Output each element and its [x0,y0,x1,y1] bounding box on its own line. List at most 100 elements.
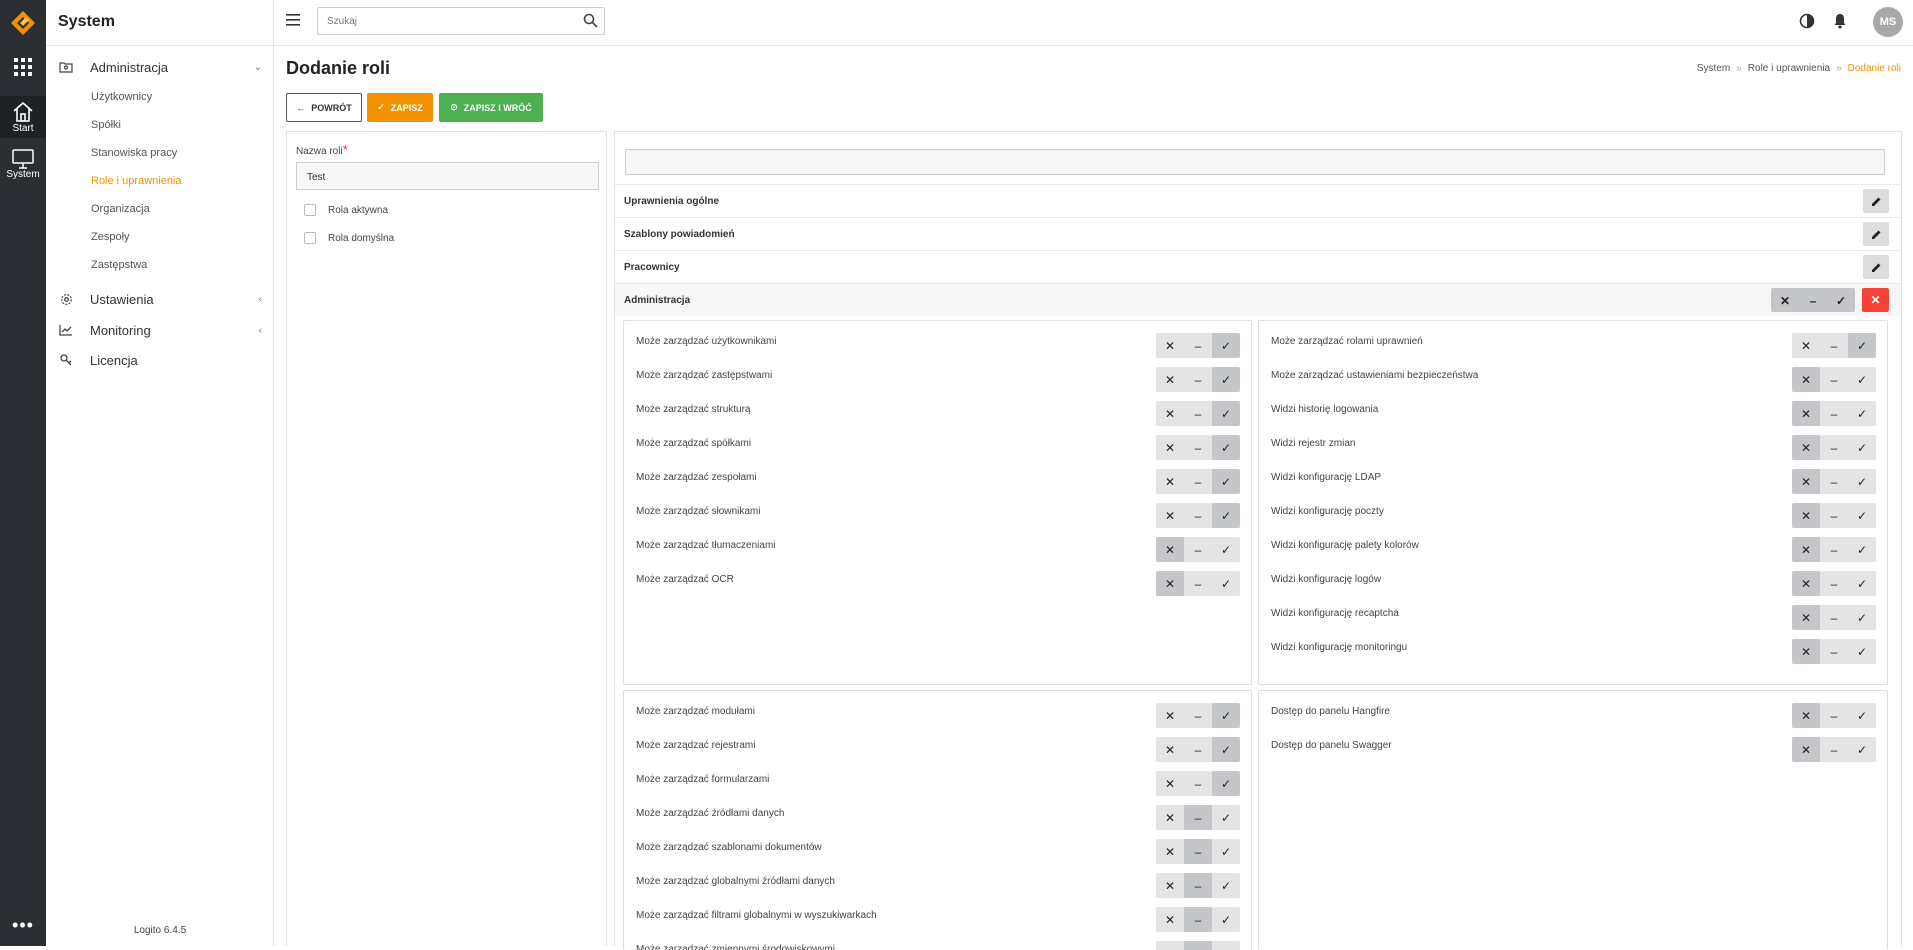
allow-icon[interactable]: ✓ [1212,571,1240,596]
allow-icon[interactable]: ✓ [1212,401,1240,426]
permission-toggle[interactable]: ✕–✓ [1792,503,1876,528]
inherit-icon[interactable]: – [1820,367,1848,392]
deny-icon[interactable]: ✕ [1156,873,1184,898]
inherit-icon[interactable]: – [1820,737,1848,762]
inherit-icon[interactable]: – [1184,503,1212,528]
allow-icon[interactable]: ✓ [1212,907,1240,932]
sidebar-group-ustawienia[interactable]: Ustawienia ‹ [58,291,268,307]
inherit-icon[interactable]: – [1184,333,1212,358]
search-icon[interactable] [583,13,598,28]
deny-icon[interactable]: ✕ [1792,401,1820,426]
back-button[interactable]: ← POWRÓT [286,93,362,122]
permission-toggle[interactable]: ✕–✓ [1156,805,1240,830]
inherit-icon[interactable]: – [1184,537,1212,562]
permission-toggle[interactable]: ✕–✓ [1792,571,1876,596]
deny-icon[interactable]: ✕ [1156,571,1184,596]
inherit-icon[interactable]: – [1820,435,1848,460]
sidebar-item-zastepstwa[interactable]: Zastępstwa [91,259,147,271]
inherit-icon[interactable]: – [1820,401,1848,426]
deny-icon[interactable]: ✕ [1792,537,1820,562]
permission-toggle[interactable]: ✕–✓ [1156,703,1240,728]
inherit-icon[interactable]: – [1184,435,1212,460]
allow-icon[interactable]: ✓ [1212,839,1240,864]
deny-icon[interactable]: ✕ [1792,469,1820,494]
allow-icon[interactable]: ✓ [1212,435,1240,460]
inherit-icon[interactable]: – [1184,839,1212,864]
allow-icon[interactable]: ✓ [1848,367,1876,392]
deny-icon[interactable]: ✕ [1156,737,1184,762]
permission-toggle[interactable]: ✕–✓ [1156,571,1240,596]
breadcrumb-item-role[interactable]: Role i uprawnienia [1748,63,1830,74]
section-administracja[interactable]: Administracja ✕ – ✓ ✕ [615,283,1901,316]
inherit-icon[interactable]: – [1184,805,1212,830]
sidebar-group-administracja[interactable]: Administracja ⌄ [58,59,268,75]
close-section-button[interactable]: ✕ [1862,288,1889,312]
rail-system-button[interactable]: System [0,146,46,186]
sidebar-item-zespoly[interactable]: Zespoły [91,231,130,243]
deny-icon[interactable]: ✕ [1792,367,1820,392]
allow-icon[interactable]: ✓ [1212,367,1240,392]
breadcrumb-item-system[interactable]: System [1697,63,1730,74]
permission-toggle[interactable]: ✕–✓ [1156,367,1240,392]
checkbox-rola-domyslna[interactable]: Rola domyślna [304,232,394,244]
allow-icon[interactable]: ✓ [1212,771,1240,796]
inherit-icon[interactable]: – [1820,469,1848,494]
deny-icon[interactable]: ✕ [1156,805,1184,830]
section-pracownicy[interactable]: Pracownicy [615,250,1901,283]
permission-toggle[interactable]: ✕–✓ [1792,469,1876,494]
deny-icon[interactable]: ✕ [1156,839,1184,864]
role-name-input[interactable]: Test [296,162,599,190]
allow-icon[interactable]: ✓ [1212,873,1240,898]
permission-toggle[interactable]: ✕–✓ [1792,435,1876,460]
deny-icon[interactable]: ✕ [1156,469,1184,494]
checkbox-box[interactable] [304,204,316,216]
hamburger-menu-icon[interactable] [286,14,300,26]
allow-icon[interactable]: ✓ [1848,571,1876,596]
permissions-filter-input[interactable] [625,149,1885,175]
sidebar-group-monitoring[interactable]: Monitoring ‹ [58,322,268,338]
theme-contrast-icon[interactable] [1799,13,1815,29]
permission-toggle[interactable]: ✕–✓ [1792,367,1876,392]
allow-icon[interactable]: ✓ [1848,703,1876,728]
deny-icon[interactable]: ✕ [1156,503,1184,528]
inherit-icon[interactable]: – [1184,401,1212,426]
permission-toggle[interactable]: ✕–✓ [1792,737,1876,762]
allow-icon[interactable]: ✓ [1848,333,1876,358]
allow-icon[interactable]: ✓ [1212,333,1240,358]
allow-icon[interactable]: ✓ [1212,537,1240,562]
deny-icon[interactable]: ✕ [1792,703,1820,728]
inherit-icon[interactable]: – [1184,469,1212,494]
inherit-icon[interactable]: – [1184,703,1212,728]
checkbox-box[interactable] [304,232,316,244]
permission-toggle[interactable]: ✕–✓ [1156,771,1240,796]
search-input[interactable] [318,8,558,34]
allow-icon[interactable]: ✓ [1212,805,1240,830]
allow-icon[interactable]: ✓ [1848,469,1876,494]
pencil-icon[interactable] [1863,189,1889,213]
permission-toggle[interactable]: ✕–✓ [1156,503,1240,528]
inherit-icon[interactable]: – [1184,737,1212,762]
allow-icon[interactable]: ✓ [1212,503,1240,528]
deny-icon[interactable]: ✕ [1156,367,1184,392]
allow-icon[interactable]: ✓ [1848,401,1876,426]
bell-icon[interactable] [1832,13,1848,29]
deny-icon[interactable]: ✕ [1156,537,1184,562]
deny-all-icon[interactable]: ✕ [1771,288,1799,312]
allow-all-icon[interactable]: ✓ [1827,288,1855,312]
permission-toggle[interactable]: ✕–✓ [1156,401,1240,426]
deny-icon[interactable]: ✕ [1156,703,1184,728]
more-icon[interactable]: ••• [0,915,46,936]
permission-toggle[interactable]: ✕–✓ [1792,703,1876,728]
permission-toggle[interactable]: ✕–✓ [1792,639,1876,664]
inherit-icon[interactable]: – [1820,605,1848,630]
pencil-icon[interactable] [1863,222,1889,246]
rail-start-button[interactable]: Start [0,96,46,138]
pencil-icon[interactable] [1863,255,1889,279]
save-button[interactable]: ✓ ZAPISZ [367,93,433,122]
section-szablony-powiadomien[interactable]: Szablony powiadomień [615,217,1901,250]
sidebar-group-licencja[interactable]: Licencja [58,352,268,368]
allow-icon[interactable]: ✓ [1212,703,1240,728]
inherit-icon[interactable]: – [1184,571,1212,596]
permission-toggle[interactable]: ✕–✓ [1156,873,1240,898]
deny-icon[interactable]: ✕ [1156,771,1184,796]
